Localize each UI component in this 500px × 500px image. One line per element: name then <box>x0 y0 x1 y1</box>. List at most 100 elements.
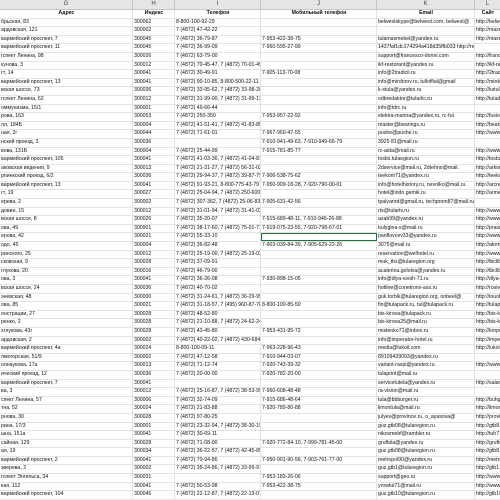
cell-email[interactable]: servicetutela@yandex.ru <box>377 379 475 388</box>
cell-index[interactable]: 300041 <box>133 431 175 439</box>
cell-index[interactable]: 300004 <box>133 147 175 156</box>
cell-mobile-phone[interactable] <box>261 52 377 61</box>
cell-address[interactable]: гт, 19 <box>0 190 133 199</box>
cell-address[interactable]: рпинкский проезд, 6/2 <box>0 173 133 181</box>
cell-phone[interactable]: 7 (4872) 50-53-98 <box>175 482 261 491</box>
cell-phone[interactable] <box>175 138 261 147</box>
cell-address[interactable]: вармейский проспект, 13 <box>0 181 133 190</box>
cell-phone[interactable]: 7 (4872) 71-61-01 <box>175 130 261 138</box>
cell-website[interactable]: http://tuladob.ru <box>475 96 500 104</box>
cell-email[interactable]: limontula@mail.ru <box>377 405 475 413</box>
cell-phone[interactable]: 7 (4872) 43-45-80 <box>175 327 261 336</box>
cell-phone[interactable]: 7 (4872) 70-94-86 <box>175 456 261 465</box>
cell-index[interactable]: 300012 <box>133 250 175 259</box>
cell-phone[interactable]: 7 (4872) 71-12-74 <box>175 362 261 370</box>
column-header-j[interactable]: J <box>261 0 377 9</box>
cell-address[interactable]: вармейский проспект, 104 <box>0 491 133 499</box>
cell-index[interactable]: 300028 <box>133 413 175 422</box>
cell-website[interactable]: http://tuh71.ru <box>475 431 500 439</box>
cell-phone[interactable]: 7 (4872) 21-83-88 <box>175 405 261 413</box>
cell-address[interactable]: ова, 49 <box>0 224 133 233</box>
cell-index[interactable]: 300021 <box>133 302 175 310</box>
cell-address[interactable]: спект Ленина, 57 <box>0 396 133 405</box>
cell-email[interactable]: rts@tulartv.ru <box>377 207 475 216</box>
cell-email[interactable]: support@francesco-donni.com <box>377 52 475 61</box>
cell-email[interactable]: info@dlya-svoih-71.ru <box>377 276 475 284</box>
cell-mobile-phone[interactable]: 7-915-686-48-64 <box>261 396 377 405</box>
cell-phone[interactable]: 7 (4872) 23-32-94, 7 (4872) 38-30-19, 7 … <box>175 422 261 431</box>
cell-phone[interactable]: 7 (4872) 31-01-94, 7 (4872) 31-41-02, 7 … <box>175 207 261 216</box>
cell-index[interactable]: 300028 <box>133 259 175 267</box>
cell-address[interactable]: вармейский проспект, 13 <box>0 78 133 87</box>
cell-index[interactable]: 300026 <box>133 216 175 224</box>
column-header-i[interactable]: I <box>175 0 261 9</box>
cell-website[interactable]: http://bis-kirova.ru <box>475 319 500 327</box>
cell-address[interactable]: вармейский проспект, 7 <box>0 35 133 44</box>
cell-index[interactable]: 300053 <box>133 113 175 121</box>
cell-phone[interactable]: 7 (4872) 36-22-57, 7 (4872) 42-45-85, 7 … <box>175 448 261 456</box>
cell-email[interactable]: 2dservice@mail.ru, 2dtehno@mail. <box>377 164 475 173</box>
cell-index[interactable]: 300004 <box>133 242 175 250</box>
cell-mobile-phone[interactable] <box>261 121 377 130</box>
cell-mobile-phone[interactable] <box>261 319 377 327</box>
cell-mobile-phone[interactable]: 7-906-538-75-62 <box>261 173 377 181</box>
cell-mobile-phone[interactable]: 7-960-595-27-99 <box>261 44 377 52</box>
cell-phone[interactable]: 7 (4872) 47-42-22 <box>175 27 261 35</box>
cell-index[interactable]: 300041 <box>133 482 175 491</box>
header-address[interactable]: Адрес <box>0 10 133 18</box>
cell-website[interactable]: http://bearings.ru <box>475 122 500 130</box>
cell-mobile-phone[interactable]: 7-960-608-48-48 <box>261 388 377 396</box>
cell-address[interactable]: ардовская, 121 <box>0 27 133 35</box>
cell-website[interactable]: http://gtb8.tula-zdravu.ru <box>475 448 500 456</box>
cell-email[interactable]: k-stula@yandex.ru <box>377 87 475 95</box>
cell-mobile-phone[interactable]: 7-910-944-03-07 <box>261 353 377 362</box>
cell-address[interactable]: вармейский проспект, 7 <box>0 379 133 388</box>
cell-email[interactable]: tula@bbburger.ru <box>377 396 475 405</box>
cell-mobile-phone[interactable]: 7-930-898-15-05 <box>261 276 377 284</box>
column-header-k[interactable]: K <box>377 0 475 9</box>
cell-email[interactable]: pushe@pushe.ru <box>377 130 475 138</box>
cell-phone[interactable]: 7 (4872) 29-94-37, 7 (4872) 39-87-79, 7 … <box>175 173 261 181</box>
cell-mobile-phone[interactable] <box>261 104 377 113</box>
cell-phone[interactable]: 7 (4872) 35-24-86, 7 (4872) 33-99-91 <box>175 465 261 474</box>
cell-index[interactable]: 300001 <box>133 422 175 431</box>
column-header-h[interactable]: H <box>133 0 175 9</box>
cell-address[interactable]: вова, 131Б <box>0 147 133 156</box>
cell-mobile-phone[interactable] <box>261 413 377 422</box>
cell-mobile-phone[interactable] <box>261 164 377 173</box>
cell-website[interactable]: http://armenia-hotel.ru <box>475 190 500 198</box>
cell-website[interactable]: http://atom71.ru <box>475 242 500 250</box>
cell-email[interactable]: elektra-marina@yandex.ru, rc-fut <box>377 113 475 121</box>
cell-address[interactable]: аковская ведения, 9 <box>0 164 133 173</box>
header-email[interactable]: Email <box>377 10 475 18</box>
cell-mobile-phone[interactable]: 7-953-431-95-72 <box>261 327 377 336</box>
cell-phone[interactable]: 7 (4872) 36-26-08 <box>175 276 261 284</box>
cell-address[interactable]: ардовская, 2 <box>0 336 133 345</box>
cell-mobile-phone[interactable]: 7-920-789-80-88 <box>261 405 377 413</box>
cell-index[interactable]: 300028 <box>133 327 175 336</box>
cell-website[interactable] <box>475 371 500 379</box>
cell-index[interactable]: 300901 <box>133 224 175 233</box>
cell-phone[interactable]: 7 (4872) 30-69-11 <box>175 431 261 439</box>
cell-index[interactable]: 300041 <box>133 181 175 190</box>
cell-phone[interactable]: 7 (4872) 36-79-87 <box>175 35 261 44</box>
cell-website[interactable]: http://arcreviewerbel.ru <box>475 182 500 190</box>
cell-website[interactable]: http://www.kovka-vakula.ru <box>475 216 500 224</box>
cell-index[interactable]: 300000 <box>133 293 175 302</box>
cell-phone[interactable]: 7 (4872) 250-350 <box>175 113 261 121</box>
cell-email[interactable]: support@geo.ru <box>377 474 475 482</box>
cell-website[interactable]: http://teekom71.narod.ru <box>475 173 500 181</box>
cell-index[interactable]: 300045 <box>133 44 175 52</box>
cell-index[interactable]: 300036 <box>133 87 175 95</box>
cell-address[interactable]: сковская, 9 <box>0 259 133 267</box>
cell-email[interactable]: yrowtul71@mail.ru <box>377 482 475 491</box>
cell-phone[interactable]: 7 (4872) 31-18-57, 7 (495) 960-87-78 <box>175 302 261 310</box>
cell-email[interactable]: info@imperator-hotel.ru <box>377 336 475 345</box>
cell-email[interactable]: bulygina-s@mail.ru <box>377 224 475 233</box>
cell-email[interactable]: hotel@indo.gemik.ru <box>377 190 475 199</box>
cell-email[interactable]: tpalyanrd@gmail.ru, techprom87@mail.ru <box>377 199 475 207</box>
cell-website[interactable]: http://metropol.ru <box>475 457 500 465</box>
cell-index[interactable]: 300026 <box>133 52 175 61</box>
cell-email[interactable]: acaterina.gololva@yandex.ru <box>377 267 475 276</box>
cell-mobile-phone[interactable] <box>261 95 377 104</box>
